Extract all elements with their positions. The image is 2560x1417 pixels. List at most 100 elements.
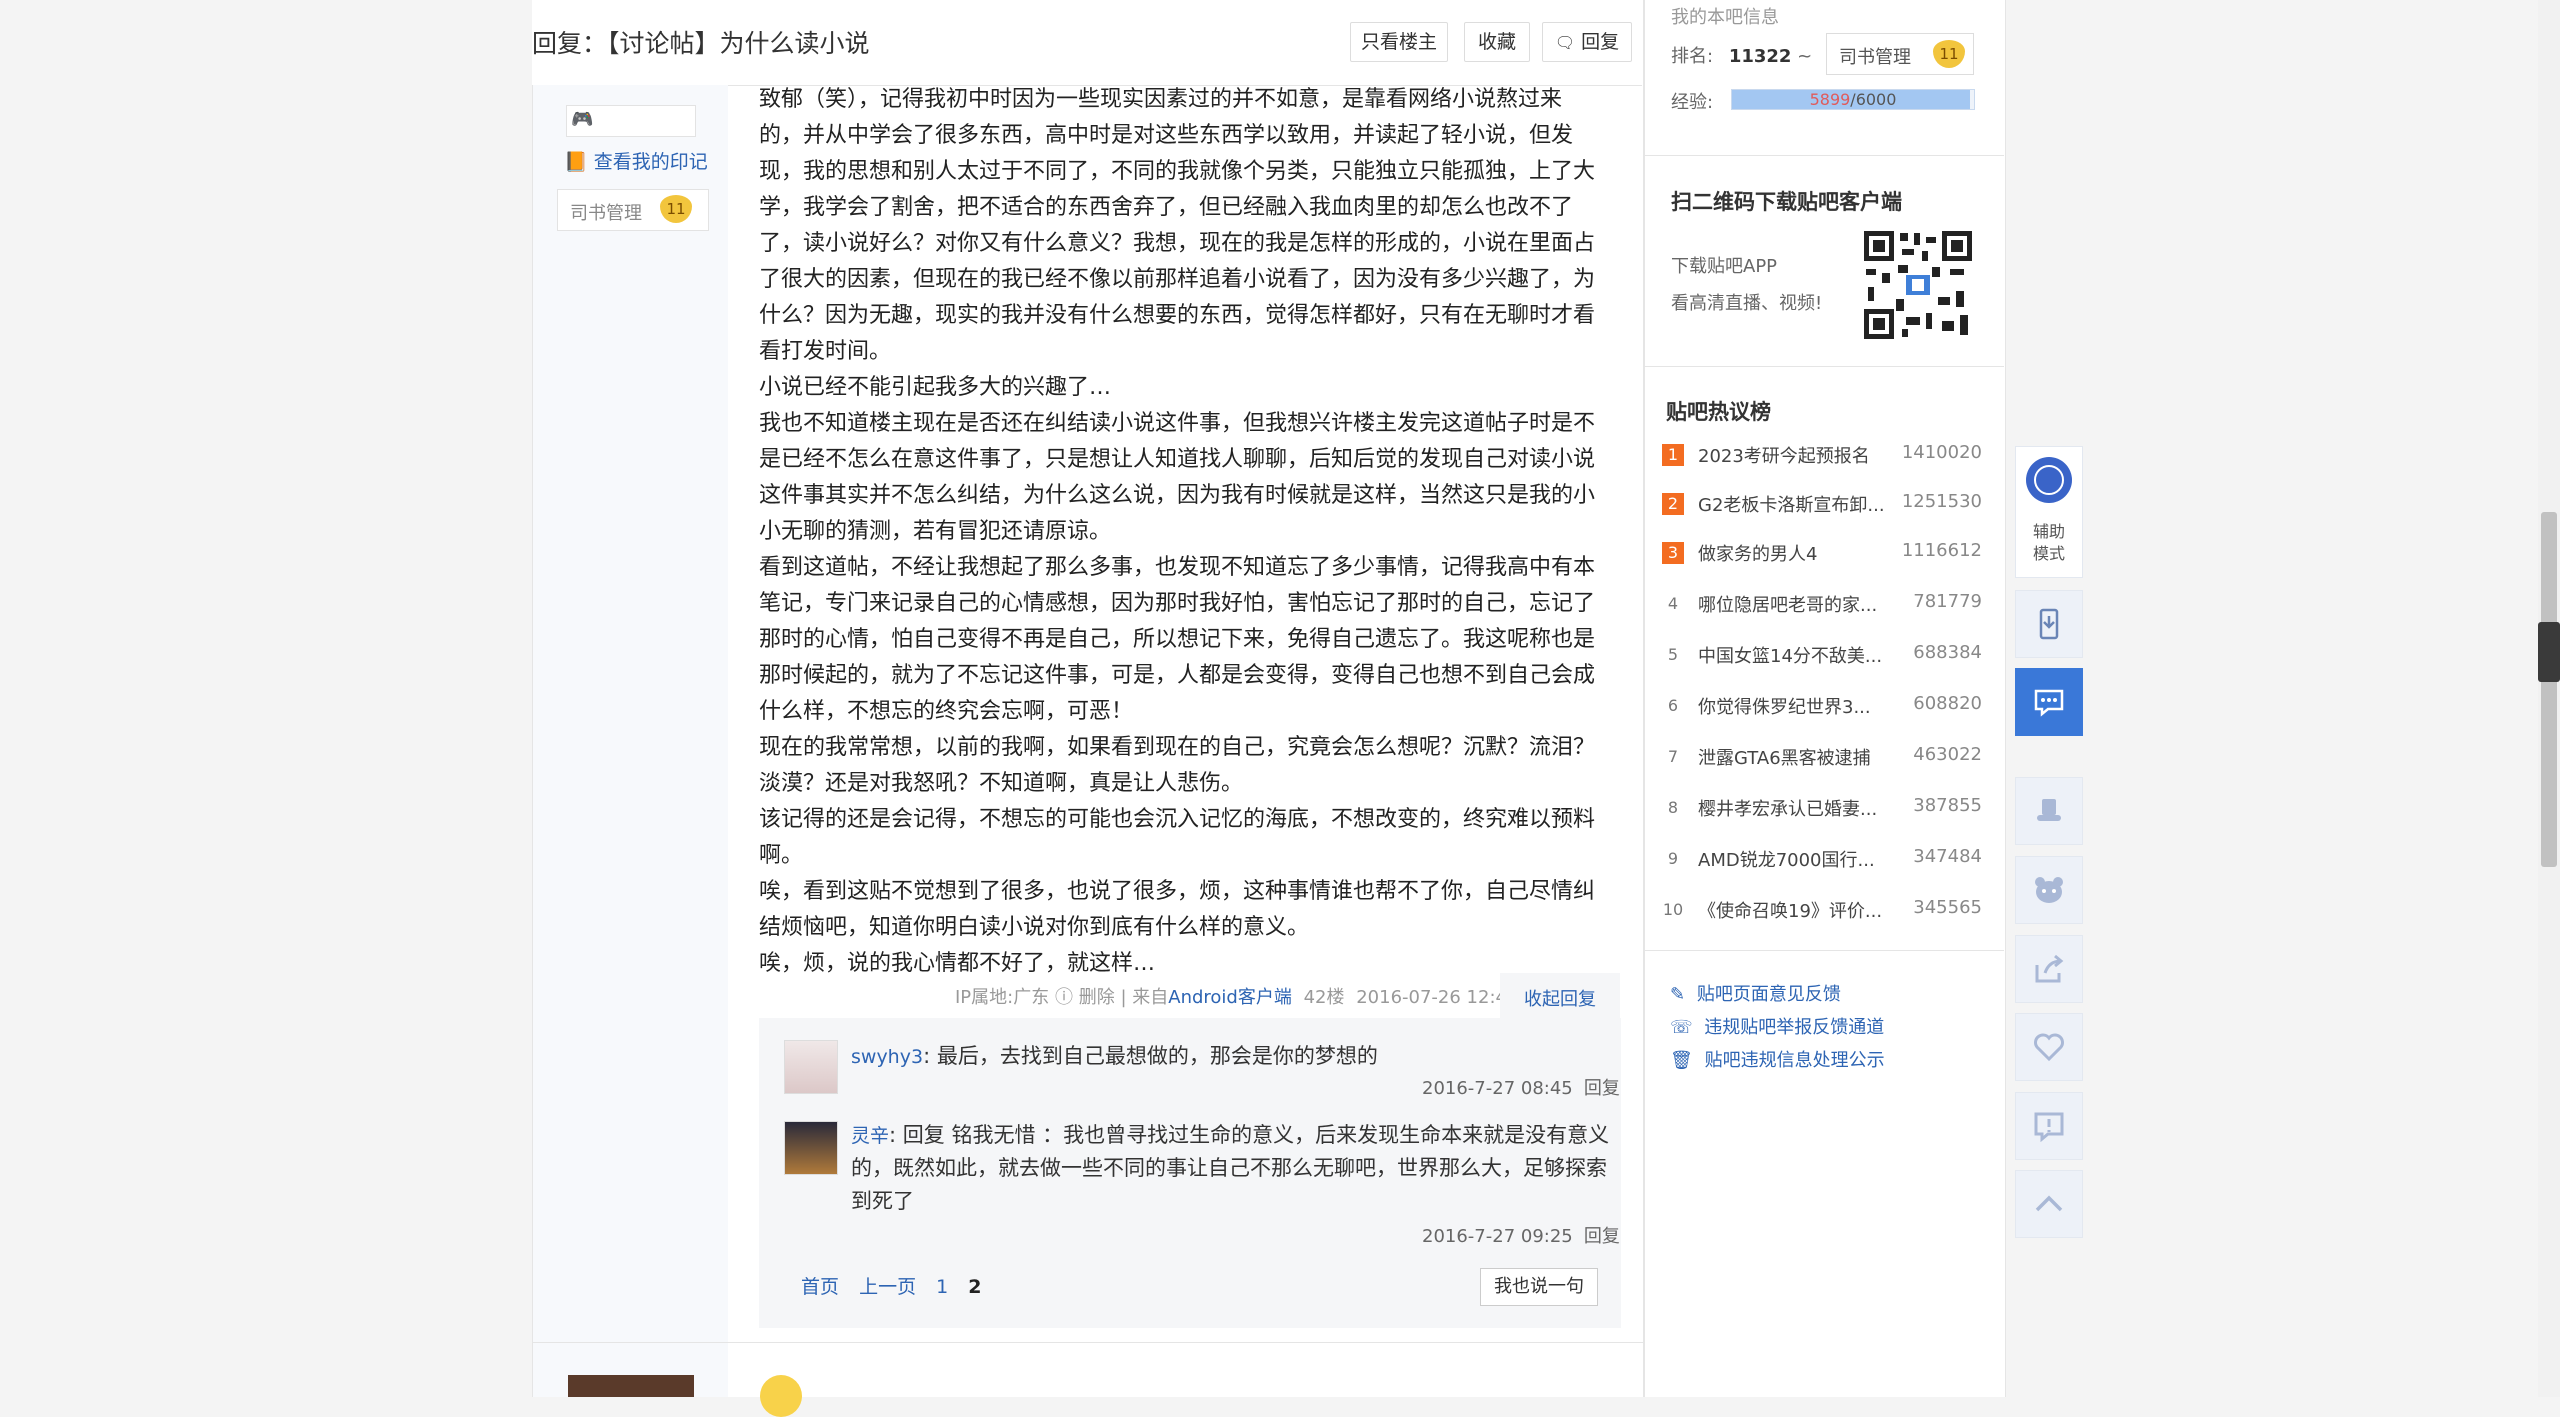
hot-item[interactable]: 3 做家务的男人4 1116612 xyxy=(1662,538,1982,568)
bear-face-icon xyxy=(2035,877,2063,903)
reply-pager: 首页 上一页 1 2 xyxy=(801,1272,982,1299)
qr-line-1: 下载贴吧APP xyxy=(1671,256,1778,277)
next-avatar[interactable] xyxy=(568,1375,694,1397)
pager-first[interactable]: 首页 xyxy=(801,1276,839,1298)
post-time: 2016-07-26 12:45 xyxy=(1356,987,1519,1008)
scroll-indicator xyxy=(2538,622,2560,682)
say-something-button[interactable]: 我也说一句 xyxy=(1480,1268,1598,1306)
scrollbar-thumb[interactable] xyxy=(2541,512,2557,867)
user-tag-box: 🎮 xyxy=(566,105,696,137)
post-meta: IP属地:广东 ⓘ 删除 | 来自Android客户端 42楼 2016-07-… xyxy=(955,987,1519,1008)
avatar[interactable] xyxy=(784,1121,838,1175)
hot-item[interactable]: 7 泄露GTA6黑客被逮捕 463022 xyxy=(1662,742,1982,772)
pager-current-page: 2 xyxy=(968,1276,982,1298)
alert-icon xyxy=(2034,1112,2064,1142)
chevron-up-icon xyxy=(2035,1195,2063,1212)
chat-button[interactable] xyxy=(2015,668,2083,736)
favorite-float-button[interactable] xyxy=(2015,1013,2083,1081)
user-panel: 🎮 📙 查看我的印记 司书管理 11 xyxy=(533,85,728,1397)
reply-action[interactable]: 回复 xyxy=(1584,1078,1620,1099)
sidebar-divider xyxy=(1644,155,2004,156)
violation-link[interactable]: 🗑 贴吧违规信息处理公示 xyxy=(1670,1046,1885,1072)
reply-username[interactable]: swyhy3 xyxy=(851,1046,923,1068)
post-paragraph: 小说已经不能引起我多大的兴趣了… xyxy=(759,375,1112,400)
post-content: 致郁（笑），记得我初中时因为一些现实因素过的并不如意，是靠看网络小说熬过来的，并… xyxy=(759,82,1605,982)
bear-button[interactable] xyxy=(2015,856,2083,924)
reply-username[interactable]: 灵辛 xyxy=(851,1125,889,1147)
chat-icon xyxy=(2034,689,2064,717)
reply-item: swyhy3: 最后，去找到自己最想做的，那会是你的梦想的 xyxy=(851,1044,1378,1068)
delete-link[interactable]: 删除 xyxy=(1079,987,1115,1008)
hot-item[interactable]: 1 2023考研今起预报名 1410020 xyxy=(1662,440,1982,470)
hot-item[interactable]: 10 《使命召唤19》评价... 345565 xyxy=(1662,895,1982,925)
floor-number: 42楼 xyxy=(1303,987,1345,1008)
assist-icon xyxy=(2026,457,2072,503)
hot-item[interactable]: 8 樱井孝宏承认已婚妻... 387855 xyxy=(1662,793,1982,823)
share-button[interactable] xyxy=(2015,935,2083,1003)
exp-text: 5899/6000 xyxy=(1809,90,1897,109)
rank-info: 排名: 11322 ~ xyxy=(1671,46,1813,67)
emoji-icon xyxy=(760,1375,802,1417)
reply-button[interactable]: 🗨 回复 xyxy=(1542,22,1632,62)
comment-icon: 🗨 xyxy=(1554,33,1576,52)
client-link[interactable]: Android客户端 xyxy=(1168,987,1292,1008)
report-icon: ☏ xyxy=(1670,1017,1693,1038)
post-paragraph: 唉，烦，说的我心情都不好了，就这样… xyxy=(759,951,1156,976)
rank-value: 11322 xyxy=(1728,46,1792,67)
download-app-button[interactable] xyxy=(2015,590,2083,658)
reply-action[interactable]: 回复 xyxy=(1584,1226,1620,1247)
reply-time: 2016-7-27 08:45 xyxy=(1422,1078,1573,1099)
hot-item[interactable]: 5 中国女篮14分不敌美... 688384 xyxy=(1662,640,1982,670)
post-paragraph: 看到这道帖，不经让我想起了那么多事，也发现不知道忘了多少事情，记得我高中有本笔记… xyxy=(759,555,1596,724)
reply-time: 2016-7-27 09:25 xyxy=(1422,1226,1573,1247)
view-marks-link[interactable]: 📙 查看我的印记 xyxy=(564,147,708,174)
hot-item[interactable]: 2 G2老板卡洛斯宣布卸... 1251530 xyxy=(1662,489,1982,519)
phone-download-icon xyxy=(2039,608,2059,640)
post-paragraph: 该记得的还是会记得，不想忘的可能也会沉入记忆的海底，不想改变的，终究难以预料啊。 xyxy=(759,807,1596,868)
ip-location: IP属地:广东 xyxy=(955,987,1050,1008)
post-paragraph: 我也不知道楼主现在是否还在纠结读小说这件事，但我想兴许楼主发完这道帖子时是不是已… xyxy=(759,411,1596,544)
qr-code-icon xyxy=(1862,229,1974,341)
help-icon: ⓘ xyxy=(1054,987,1073,1008)
pager-prev[interactable]: 上一页 xyxy=(859,1276,916,1298)
feedback-link[interactable]: ✎ 贴吧页面意见反馈 xyxy=(1670,980,1841,1006)
exp-label: 经验: xyxy=(1671,92,1714,113)
book-icon: 📙 xyxy=(564,151,588,173)
reply-meta: 2016-7-27 09:25 回复 xyxy=(1422,1222,1620,1248)
reply-text: 最后，去找到自己最想做的，那会是你的梦想的 xyxy=(936,1044,1378,1068)
qr-line-2: 看高清直播、视频! xyxy=(1671,293,1823,314)
only-op-button[interactable]: 只看楼主 xyxy=(1350,22,1448,62)
heart-icon xyxy=(2034,1033,2064,1062)
hat-icon xyxy=(2037,799,2061,821)
exp-bar: 5899/6000 xyxy=(1731,89,1975,110)
reply-meta: 2016-7-27 08:45 回复 xyxy=(1422,1074,1620,1100)
report-link[interactable]: ☏ 违规贴吧举报反馈通道 xyxy=(1670,1013,1884,1039)
level-heart-icon: 11 xyxy=(1933,40,1965,68)
sidebar-divider xyxy=(1644,950,2004,951)
avatar[interactable] xyxy=(784,1040,838,1094)
back-to-top-button[interactable] xyxy=(2015,1170,2083,1238)
hot-item[interactable]: 4 哪位隐居吧老哥的家... 781779 xyxy=(1662,589,1982,619)
assist-mode-button[interactable]: 辅助 模式 xyxy=(2015,446,2083,578)
post-divider xyxy=(533,1342,1643,1343)
report-float-button[interactable] xyxy=(2015,1092,2083,1160)
game-icon: 🎮 xyxy=(571,109,594,130)
reply-box: swyhy3: 最后，去找到自己最想做的，那会是你的梦想的 2016-7-27 … xyxy=(759,1018,1621,1328)
collapse-replies-tab[interactable]: 收起回复 xyxy=(1500,973,1620,1018)
favorite-button[interactable]: 收藏 xyxy=(1464,22,1530,62)
pager-page-1[interactable]: 1 xyxy=(936,1276,948,1298)
hot-item[interactable]: 9 AMD锐龙7000国行... 347484 xyxy=(1662,844,1982,874)
qr-title: 扫二维码下载贴吧客户端 xyxy=(1671,190,1902,214)
level-badge[interactable]: 司书管理 11 xyxy=(557,189,709,231)
edit-icon: ✎ xyxy=(1670,984,1686,1005)
post-paragraph: 致郁（笑），记得我初中时因为一些现实因素过的并不如意，是靠看网络小说熬过来的，并… xyxy=(759,87,1596,364)
hot-item[interactable]: 6 你觉得侏罗纪世界3... 608820 xyxy=(1662,691,1982,721)
sidebar-level-badge[interactable]: 司书管理 11 xyxy=(1826,33,1974,75)
post-paragraph: 唉，看到这贴不觉想到了很多，也说了很多，烦，这种事情谁也帮不了你，自己尽情纠结烦… xyxy=(759,879,1596,940)
magic-hat-button[interactable] xyxy=(2015,777,2083,845)
hot-list-title: 贴吧热议榜 xyxy=(1666,400,1771,424)
post-paragraph: 现在的我常常想，以前的我啊，如果看到现在的自己，究竟会怎么想呢？沉默？流泪？淡漠… xyxy=(759,735,1596,796)
share-icon xyxy=(2035,954,2064,983)
my-info-title: 我的本吧信息 xyxy=(1671,7,1779,28)
reply-text: 回复 铭我无惜 ：我也曾寻找过生命的意义，后来发现生命本来就是没有意义的，既然如… xyxy=(851,1123,1610,1213)
